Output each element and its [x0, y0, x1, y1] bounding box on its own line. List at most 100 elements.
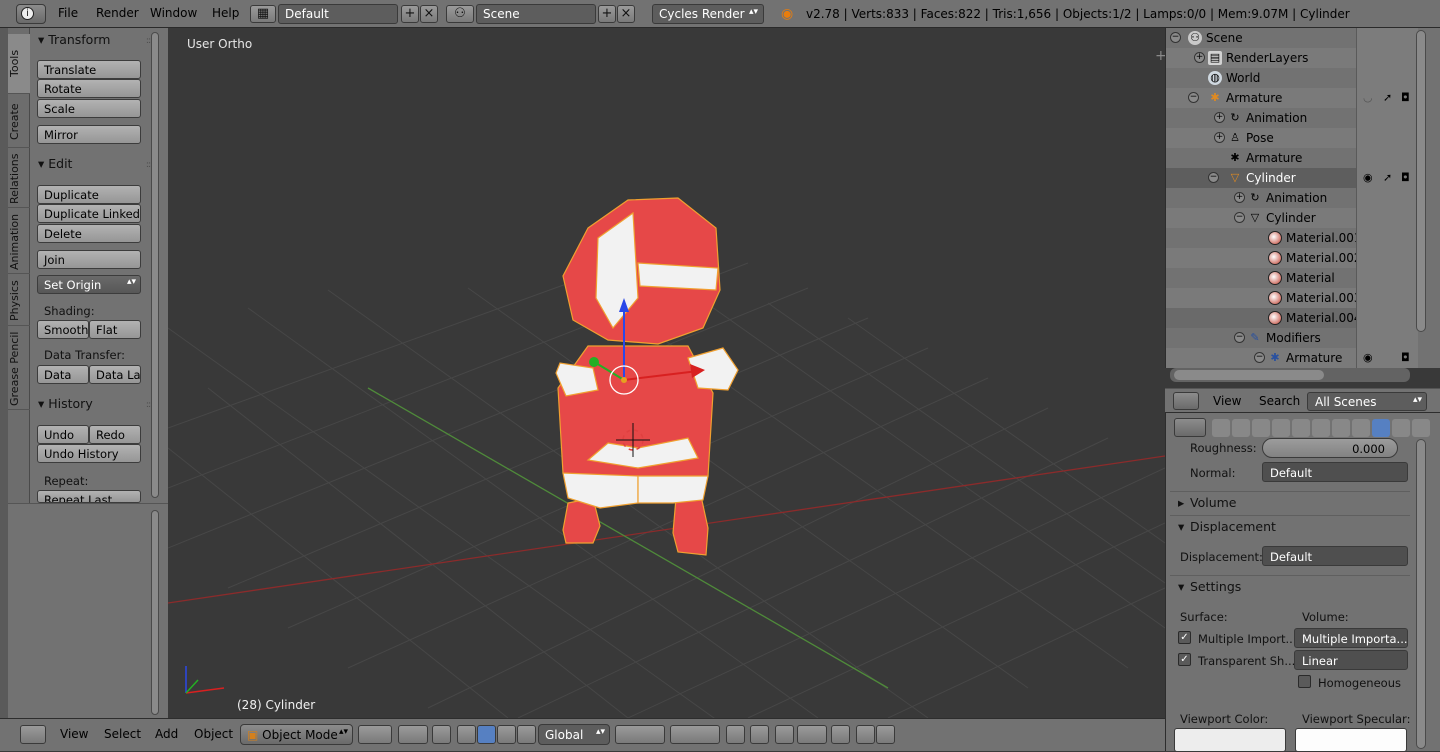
outliner-scrollbar[interactable] [1416, 30, 1426, 332]
transform-orientation-select[interactable]: Global ▴▾ [538, 724, 610, 745]
menu-add[interactable]: Add [155, 727, 178, 741]
snap-toggle-icon[interactable] [775, 725, 794, 744]
collapse-icon[interactable]: − [1208, 172, 1219, 183]
scene-selector-icon[interactable]: ⚇ [446, 5, 474, 23]
data-layout-button[interactable]: Data La [89, 365, 141, 384]
render-preview-icon[interactable] [856, 725, 875, 744]
object-tab-icon[interactable] [1292, 419, 1310, 437]
rotate-button[interactable]: Rotate [37, 79, 141, 98]
transform-panel-header[interactable]: ▾ Transform [38, 32, 110, 47]
normal-input-select[interactable]: Default [1262, 462, 1408, 482]
texture-tab-icon[interactable] [1392, 419, 1410, 437]
mirror-button[interactable]: Mirror [37, 125, 141, 144]
tab-physics[interactable]: Physics [8, 276, 30, 326]
outliner-row[interactable]: Material.004 [1166, 308, 1361, 328]
volume-panel-header[interactable]: ▸ Volume [1170, 491, 1410, 513]
expand-icon[interactable]: + [1214, 112, 1225, 123]
expand-icon[interactable]: + [1234, 192, 1245, 203]
outliner-row[interactable]: − ⚇ Scene [1166, 28, 1356, 48]
outliner-row[interactable]: − ✱ Armature [1166, 348, 1356, 368]
join-button[interactable]: Join [37, 250, 141, 269]
render-camera-icon[interactable]: ◘ [1401, 351, 1410, 364]
manipulator-extra-icon[interactable] [517, 725, 536, 744]
menu-help[interactable]: Help [212, 6, 239, 20]
outliner-row[interactable]: + ♙ Pose [1166, 128, 1356, 148]
smooth-button[interactable]: Smooth [37, 320, 89, 339]
outliner-row[interactable]: ✱ Armature [1166, 148, 1356, 168]
flat-button[interactable]: Flat [89, 320, 141, 339]
viewport-scene[interactable]: + [168, 28, 1165, 718]
editor-type-properties-icon[interactable] [1174, 418, 1206, 437]
modifiers-tab-icon[interactable] [1332, 419, 1350, 437]
delete-button[interactable]: Delete [37, 224, 141, 243]
outliner-row-selected[interactable]: − ▽ Cylinder [1166, 168, 1356, 188]
rotate-manipulator-icon[interactable] [477, 725, 496, 744]
y-gizmo-handle-icon[interactable] [589, 357, 599, 367]
scale-manipulator-icon[interactable] [497, 725, 516, 744]
menu-file[interactable]: File [58, 6, 78, 20]
outliner-row[interactable]: Material.003 [1166, 288, 1361, 308]
collapse-icon[interactable]: − [1234, 332, 1245, 343]
redo-button[interactable]: Redo [89, 425, 141, 444]
snap-target-icon[interactable] [831, 725, 850, 744]
properties-scrollbar[interactable] [1416, 439, 1426, 749]
outliner-row[interactable]: − ▽ Cylinder [1166, 208, 1356, 228]
history-panel-header[interactable]: ▾ History [38, 396, 93, 411]
constraints-tab-icon[interactable] [1312, 419, 1330, 437]
add-layout-icon[interactable]: + [401, 5, 419, 23]
add-region-icon[interactable]: + [1155, 48, 1165, 64]
menu-window[interactable]: Window [150, 6, 197, 20]
add-scene-icon[interactable]: + [598, 5, 616, 23]
viewport-shading-icon[interactable] [358, 725, 392, 744]
visibility-eye-icon[interactable]: ◉ [1363, 351, 1373, 364]
screen-layout-icon[interactable]: ▦ [250, 5, 276, 23]
visibility-eye-icon[interactable]: ◡ [1363, 91, 1373, 104]
translate-manipulator-icon[interactable] [457, 725, 476, 744]
scene-field[interactable]: Scene [476, 4, 596, 24]
tab-relations[interactable]: Relations [8, 150, 30, 208]
outliner-horizontal-scrollbar[interactable] [1170, 368, 1410, 382]
transparent-shadow-checkbox[interactable]: ✓ [1178, 653, 1191, 666]
remove-scene-icon[interactable]: × [617, 5, 635, 23]
outliner-menu-search[interactable]: Search [1259, 394, 1300, 408]
tab-tools[interactable]: Tools [8, 34, 30, 94]
multiple-importance-checkbox[interactable]: ✓ [1178, 631, 1191, 644]
snap-element-icon[interactable] [797, 725, 827, 744]
data-transfer-button[interactable]: Data [37, 365, 89, 384]
scene-tab-icon[interactable] [1252, 419, 1270, 437]
menu-render[interactable]: Render [96, 6, 139, 20]
interaction-mode-select[interactable]: ▣ Object Mode ▴▾ [240, 724, 353, 745]
undo-button[interactable]: Undo [37, 425, 89, 444]
volume-sampling-select[interactable]: Multiple Importa... [1294, 628, 1408, 648]
outliner-row[interactable]: + ↻ Animation [1166, 188, 1356, 208]
outliner-display-mode-select[interactable]: All Scenes ▴▾ [1307, 392, 1427, 411]
outliner-row[interactable]: Material [1166, 268, 1356, 288]
expand-icon[interactable]: + [1194, 52, 1205, 63]
volume-interpolation-select[interactable]: Linear [1294, 650, 1408, 670]
toolshelf-scrollbar[interactable] [151, 32, 159, 498]
tab-grease-pencil[interactable]: Grease Pencil [8, 328, 30, 410]
proportional-edit-icon[interactable] [750, 725, 769, 744]
expand-icon[interactable]: + [1214, 132, 1225, 143]
outliner-row[interactable]: Material.001 [1166, 228, 1361, 248]
render-tab-icon[interactable] [1212, 419, 1230, 437]
viewport-specular-swatch[interactable] [1295, 728, 1407, 752]
3d-viewport[interactable]: + [168, 28, 1165, 718]
world-tab-icon[interactable] [1272, 419, 1290, 437]
outliner-row[interactable]: ◍ World [1166, 68, 1356, 88]
menu-object[interactable]: Object [194, 727, 233, 741]
render-engine-select[interactable]: Cycles Render ▴▾ [652, 4, 764, 24]
repeat-last-button[interactable]: Repeat Last [37, 490, 141, 503]
outliner-row[interactable]: + ↻ Animation [1166, 108, 1356, 128]
operator-scrollbar[interactable] [151, 510, 159, 715]
duplicate-button[interactable]: Duplicate [37, 185, 141, 204]
collapse-icon[interactable]: − [1234, 212, 1245, 223]
edit-panel-header[interactable]: ▾ Edit [38, 156, 72, 171]
outliner-row[interactable]: − ✎ Modifiers [1166, 328, 1356, 348]
collapse-icon[interactable]: − [1188, 92, 1199, 103]
displacement-panel-header[interactable]: ▾ Displacement [1170, 515, 1410, 537]
menu-view[interactable]: View [60, 727, 88, 741]
scroll-thumb[interactable] [1174, 370, 1324, 380]
layers-grid-2-icon[interactable] [670, 725, 720, 744]
set-origin-select[interactable]: Set Origin ▴▾ [37, 275, 141, 294]
